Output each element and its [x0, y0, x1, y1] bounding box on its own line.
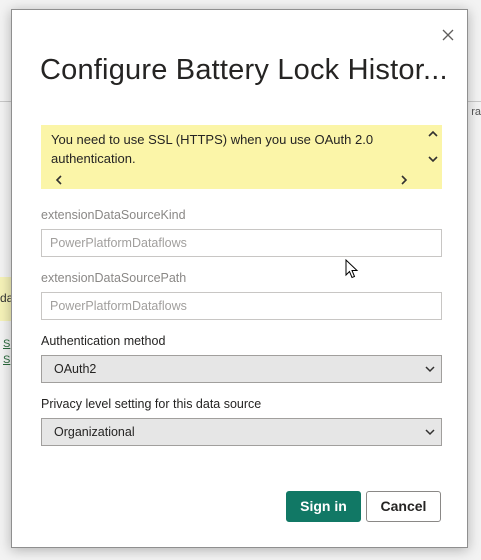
background-link-1[interactable]: S: [3, 338, 10, 350]
chevron-down-icon: [425, 429, 435, 436]
auth-method-value: OAuth2: [54, 362, 97, 376]
warning-text: You need to use SSL (HTTPS) when you use…: [51, 132, 374, 166]
privacy-level-select[interactable]: Organizational: [41, 418, 442, 446]
close-icon: [442, 29, 454, 41]
kind-label: extensionDataSourceKind: [41, 208, 186, 222]
mouse-cursor-icon: [345, 259, 359, 279]
scroll-down-icon[interactable]: [426, 152, 440, 166]
privacy-level-label: Privacy level setting for this data sour…: [41, 397, 262, 411]
warning-banner: You need to use SSL (HTTPS) when you use…: [41, 125, 442, 189]
warning-vertical-scrollbar[interactable]: [424, 125, 442, 171]
privacy-level-value: Organizational: [54, 425, 135, 439]
kind-input: PowerPlatformDataflows: [41, 229, 442, 257]
dialog-title: Configure Battery Lock Histor...: [40, 54, 448, 86]
auth-method-select[interactable]: OAuth2: [41, 355, 442, 383]
close-button[interactable]: [439, 26, 457, 44]
path-input: PowerPlatformDataflows: [41, 292, 442, 320]
configure-dialog: Configure Battery Lock Histor... You nee…: [11, 9, 468, 548]
chevron-down-icon: [425, 366, 435, 373]
sign-in-button[interactable]: Sign in: [286, 491, 361, 522]
scroll-up-icon[interactable]: [426, 127, 440, 141]
cancel-button[interactable]: Cancel: [366, 491, 441, 522]
scroll-right-icon[interactable]: [397, 173, 411, 187]
background-link-2[interactable]: S: [3, 354, 10, 366]
auth-method-label: Authentication method: [41, 334, 166, 348]
background-right-text: ra: [471, 106, 481, 118]
scroll-left-icon[interactable]: [52, 173, 66, 187]
path-label: extensionDataSourcePath: [41, 271, 187, 285]
warning-horizontal-scrollbar[interactable]: [41, 171, 424, 189]
